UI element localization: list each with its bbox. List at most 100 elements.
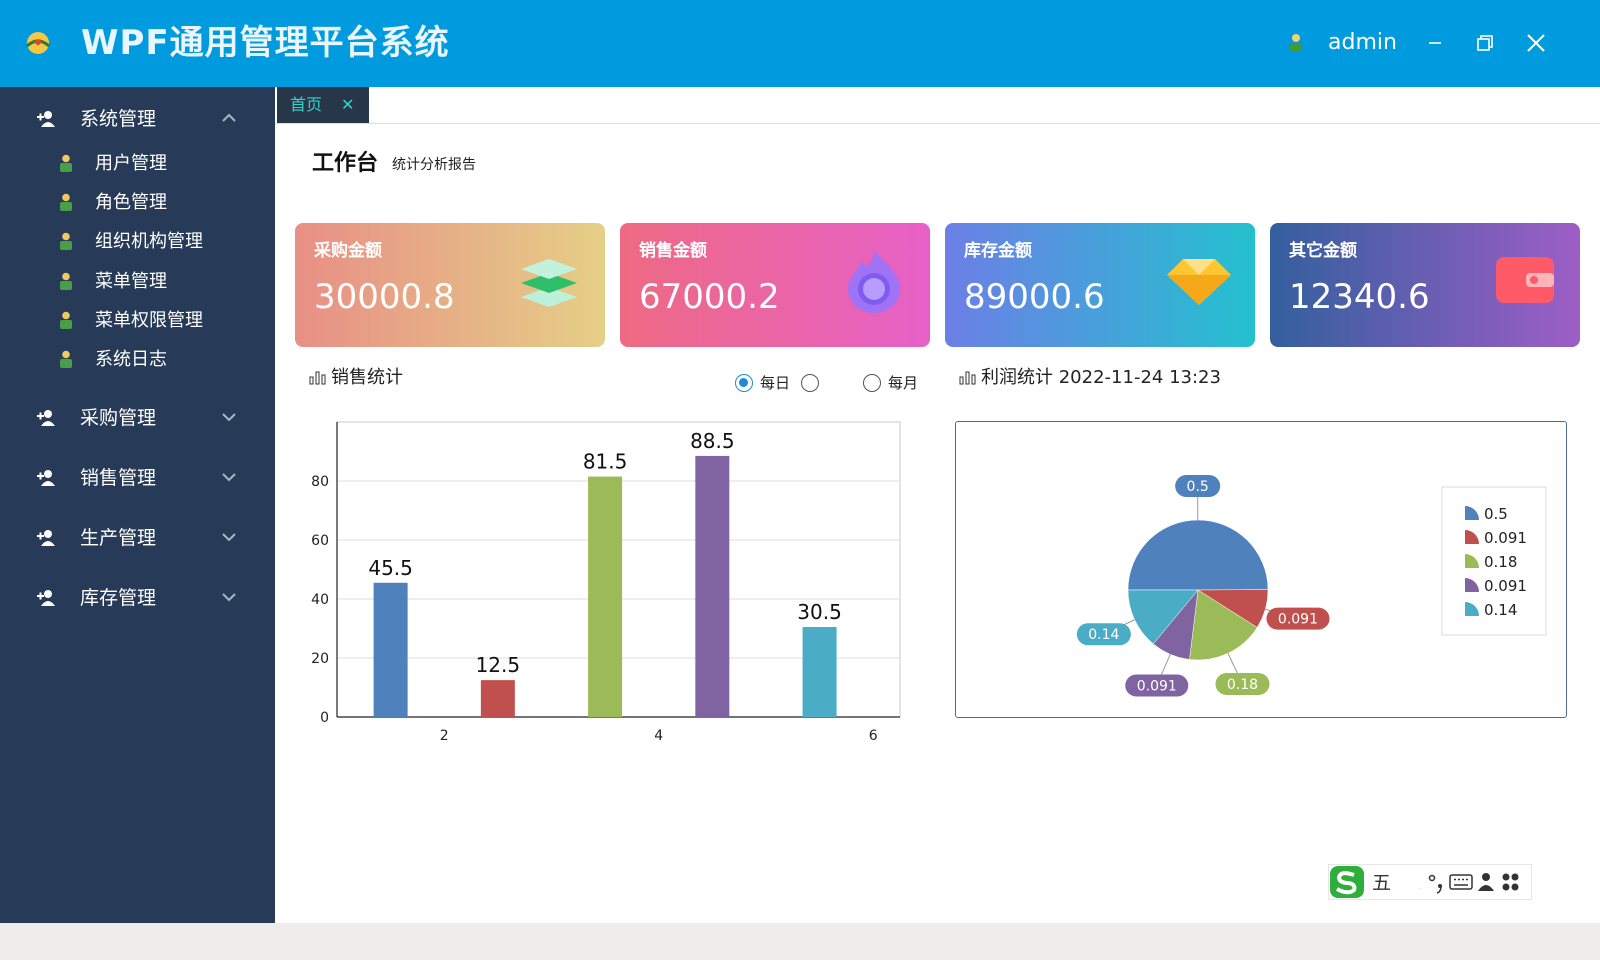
chevron-down-icon: [222, 413, 236, 422]
tab-close-icon[interactable]: ✕: [341, 95, 354, 115]
sidebar-item-label: 角色管理: [95, 192, 167, 213]
profit-timestamp: 2022-11-24 13:23: [1058, 367, 1221, 388]
legend-label: 0.091: [1484, 577, 1527, 595]
tab-label: 首页: [290, 95, 323, 114]
legend-label: 0.091: [1484, 529, 1527, 547]
bar-value-label: 45.5: [368, 556, 413, 580]
sidebar: 系统管理 用户管理 角色管理 组织机构管理 菜单管理 菜单权限管理 系统日志 采…: [0, 87, 275, 923]
legend-label: 0.18: [1484, 553, 1517, 571]
user-icon: [60, 272, 72, 290]
bar-value-label: 12.5: [476, 653, 521, 677]
layers-icon: [521, 259, 577, 307]
sidebar-item-organizations[interactable]: 组织机构管理: [0, 224, 275, 260]
sales-stats-label: 销售统计: [331, 367, 403, 388]
diamond-icon: [1167, 259, 1231, 305]
chevron-up-icon: [222, 113, 236, 122]
ime-logo-icon: [1330, 866, 1364, 898]
card-other: 其它金额 12340.6: [1270, 223, 1580, 347]
sidebar-item-label: 系统日志: [95, 349, 167, 370]
app-logo-icon: [25, 32, 51, 54]
user-icon: [60, 154, 72, 172]
profit-stats-label: 利润统计: [981, 367, 1053, 388]
user-icon: [60, 232, 72, 250]
bar-chart-icon: [959, 371, 976, 385]
menu-group-purchase[interactable]: 采购管理: [0, 393, 275, 443]
ime-toolbar[interactable]: 五: [1328, 864, 1532, 900]
bar-chart-icon: [309, 371, 326, 385]
minimize-button[interactable]: [1420, 28, 1450, 58]
profit-pie-frame: 0.5 0.091 0.18 0.091 0.14 0.5 0.091 0.18 0.091 0.…: [955, 421, 1567, 718]
legend-label: 0.5: [1484, 505, 1508, 523]
ime-mode-label: 五: [1372, 872, 1391, 894]
bar: [802, 627, 837, 717]
menu-group-label: 生产管理: [80, 527, 157, 549]
card-label: 其它金额: [1289, 241, 1357, 261]
legend-label: 0.14: [1484, 601, 1517, 619]
chevron-down-icon: [222, 533, 236, 542]
user-add-icon: [37, 410, 55, 426]
app-title: WPF通用管理平台系统: [81, 23, 450, 63]
menu-group-inventory[interactable]: 库存管理: [0, 573, 275, 623]
menu-group-system[interactable]: 系统管理: [0, 94, 275, 144]
main-content: 首页 ✕ 工作台 统计分析报告 采购金额 30000.8 销售金额 67000.…: [275, 87, 1600, 923]
y-tick-label: 20: [311, 651, 329, 667]
x-tick-label: 2: [440, 728, 449, 742]
card-inventory: 库存金额 89000.6: [945, 223, 1255, 347]
radio-monthly[interactable]: [863, 374, 881, 392]
radio-daily-label: 每日: [760, 374, 791, 392]
menu-group-label: 库存管理: [80, 587, 157, 609]
y-tick-label: 60: [311, 533, 329, 549]
bar-value-label: 81.5: [583, 450, 628, 474]
pie-slice: [1127, 519, 1269, 591]
card-label: 库存金额: [964, 241, 1032, 261]
profit-pie-chart: 0.5 0.091 0.18 0.091 0.14 0.5 0.091 0.18 0.091 0.…: [1076, 475, 1547, 697]
bar-value-label: 30.5: [797, 600, 842, 624]
x-tick-label: 6: [869, 728, 878, 742]
user-icon: [60, 193, 72, 211]
card-label: 采购金额: [314, 241, 382, 261]
card-label: 销售金额: [639, 241, 707, 261]
menu-group-production[interactable]: 生产管理: [0, 513, 275, 563]
sidebar-item-roles[interactable]: 角色管理: [0, 185, 275, 221]
sidebar-item-users[interactable]: 用户管理: [0, 146, 275, 182]
user-add-icon: [37, 470, 55, 486]
sidebar-item-system-log[interactable]: 系统日志: [0, 342, 275, 378]
user-add-icon: [37, 111, 55, 127]
radio-unlabeled[interactable]: [801, 374, 819, 392]
sidebar-item-label: 菜单权限管理: [95, 310, 203, 331]
restore-button[interactable]: [1470, 28, 1500, 58]
radio-daily[interactable]: [735, 374, 753, 392]
card-value: 12340.6: [1289, 277, 1430, 317]
close-button[interactable]: [1521, 28, 1551, 58]
user-add-icon: [37, 590, 55, 606]
pie-data-label: 0.14: [1088, 627, 1119, 643]
chevron-down-icon: [222, 593, 236, 602]
pie-data-label: 0.5: [1187, 479, 1209, 495]
sidebar-item-menu-permissions[interactable]: 菜单权限管理: [0, 303, 275, 339]
pie-data-label: 0.18: [1227, 677, 1258, 693]
y-tick-label: 0: [320, 710, 329, 726]
title-bar: WPF通用管理平台系统 admin: [0, 0, 1600, 87]
sales-stats-title: 销售统计: [309, 366, 403, 390]
page-subtitle: 统计分析报告: [392, 157, 476, 173]
username[interactable]: admin: [1328, 28, 1397, 58]
tab-home[interactable]: 首页 ✕: [277, 87, 369, 123]
wallet-icon: [1496, 257, 1554, 303]
user-icon: [60, 311, 72, 329]
menu-group-label: 系统管理: [80, 108, 157, 130]
menu-group-sales[interactable]: 销售管理: [0, 453, 275, 503]
card-purchase: 采购金额 30000.8: [295, 223, 605, 347]
user-icon: [60, 350, 72, 368]
pie-data-label: 0.091: [1137, 678, 1177, 694]
x-tick-label: 4: [654, 728, 663, 742]
sidebar-item-menus[interactable]: 菜单管理: [0, 264, 275, 300]
sidebar-item-label: 用户管理: [95, 153, 167, 174]
card-value: 30000.8: [314, 277, 455, 317]
menu-group-label: 销售管理: [80, 467, 157, 489]
y-tick-label: 80: [311, 474, 329, 490]
page-title: 工作台: [312, 151, 379, 176]
tab-strip-divider: [275, 123, 1600, 124]
user-add-icon: [37, 530, 55, 546]
bar: [588, 476, 623, 717]
radio-monthly-label: 每月: [888, 374, 919, 392]
